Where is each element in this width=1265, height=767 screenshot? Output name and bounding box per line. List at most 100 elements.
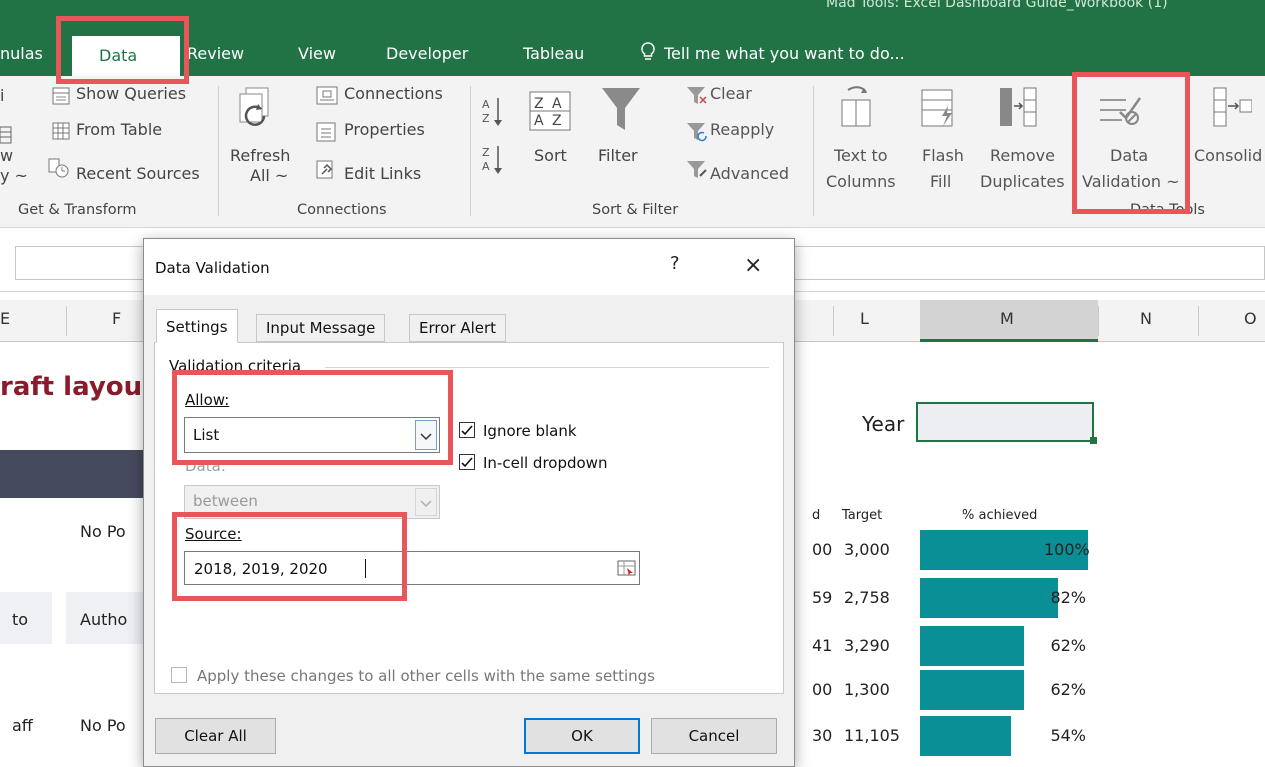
- tab-review[interactable]: Review: [187, 44, 244, 63]
- edit-links-button[interactable]: Edit Links: [344, 164, 421, 183]
- column-header-l[interactable]: L: [860, 309, 869, 328]
- svg-text:A: A: [482, 160, 490, 173]
- clear-all-button[interactable]: Clear All: [155, 718, 276, 754]
- recent-sources-button[interactable]: Recent Sources: [76, 164, 200, 183]
- svg-text:Z: Z: [552, 113, 562, 129]
- row-4-pct-label[interactable]: 62%: [1044, 680, 1086, 699]
- column-header-m-selected[interactable]: M: [920, 300, 1098, 342]
- sort-az-icon: AZ: [482, 98, 502, 126]
- apply-all-checkbox[interactable]: [171, 667, 187, 683]
- year-label: Year: [862, 412, 905, 436]
- flash-fill-button-line1[interactable]: Flash: [922, 146, 964, 165]
- tab-input-message[interactable]: Input Message: [256, 314, 386, 342]
- row-5-pct-label[interactable]: 54%: [1044, 726, 1086, 745]
- column-header-n[interactable]: N: [1140, 309, 1152, 328]
- cancel-button[interactable]: Cancel: [651, 718, 777, 754]
- column-header-e[interactable]: E: [0, 309, 10, 328]
- apply-all-label[interactable]: Apply these changes to all other cells w…: [197, 667, 655, 685]
- fill-handle[interactable]: [1090, 437, 1097, 444]
- svg-text:Z: Z: [534, 96, 544, 112]
- tab-developer[interactable]: Developer: [386, 44, 468, 63]
- ok-button[interactable]: OK: [524, 718, 640, 754]
- tab-error-alert[interactable]: Error Alert: [409, 314, 507, 342]
- checkmark-icon: [461, 457, 473, 468]
- column-header-o[interactable]: O: [1244, 309, 1257, 328]
- svg-text:Z: Z: [482, 112, 490, 125]
- row-2-col-k[interactable]: 59: [812, 588, 832, 607]
- cell-author[interactable]: Autho: [80, 610, 127, 629]
- row-3-col-k[interactable]: 41: [812, 636, 832, 655]
- tab-tableau[interactable]: Tableau: [523, 44, 584, 63]
- cell-no-policy-1[interactable]: No Po: [80, 522, 126, 541]
- range-select-icon[interactable]: [617, 558, 637, 578]
- show-queries-button[interactable]: Show Queries: [76, 84, 186, 103]
- advanced-button[interactable]: Advanced: [710, 164, 789, 183]
- year-selected-cell[interactable]: [916, 402, 1094, 442]
- ribbon-separator: [813, 86, 814, 216]
- from-table-icon: [52, 122, 70, 140]
- row-5-col-k[interactable]: 30: [812, 726, 832, 745]
- svg-text:A: A: [534, 113, 544, 129]
- file-title: Mad Tools: Excel Dashboard Guide_Workboo…: [826, 0, 1168, 11]
- column-divider: [1098, 306, 1099, 336]
- remove-duplicates-button-line1[interactable]: Remove: [990, 146, 1055, 165]
- row-1-target[interactable]: 3,000: [844, 540, 890, 559]
- column-divider: [66, 306, 67, 336]
- row-3-target[interactable]: 3,290: [844, 636, 890, 655]
- column-header-m: M: [1000, 309, 1014, 328]
- filter-button[interactable]: Filter: [598, 146, 638, 165]
- refresh-all-dropdown[interactable]: All ~: [250, 166, 288, 185]
- cancel-label: Cancel: [688, 727, 740, 745]
- cell-to[interactable]: to: [12, 610, 28, 629]
- get-data-partial-2[interactable]: w: [0, 146, 13, 165]
- row-1-col-k[interactable]: 00: [812, 540, 832, 559]
- tab-settings[interactable]: Settings: [156, 309, 238, 343]
- text-to-columns-button-line2[interactable]: Columns: [826, 172, 896, 191]
- connections-button[interactable]: Connections: [344, 84, 443, 103]
- consolidate-button[interactable]: Consolid: [1194, 146, 1262, 165]
- refresh-button[interactable]: Refresh: [230, 146, 290, 165]
- ignore-blank-label[interactable]: Ignore blank: [483, 422, 577, 440]
- svg-text:Z: Z: [482, 146, 490, 159]
- row-3-pct-label[interactable]: 62%: [1044, 636, 1086, 655]
- svg-text:A: A: [482, 98, 490, 111]
- row-4-col-k[interactable]: 00: [812, 680, 832, 699]
- group-connections: Connections: [297, 202, 387, 218]
- dialog-titlebar: Data Validation ? ×: [144, 239, 794, 295]
- row-5-target[interactable]: 11,105: [844, 726, 900, 745]
- clear-button[interactable]: Clear: [710, 84, 752, 103]
- remove-duplicates-button-line2[interactable]: Duplicates: [980, 172, 1065, 191]
- column-divider: [833, 306, 834, 336]
- in-cell-dropdown-label[interactable]: In-cell dropdown: [483, 454, 607, 472]
- sort-za-icon: ZA: [482, 146, 502, 174]
- tab-view[interactable]: View: [298, 44, 336, 63]
- refresh-all-icon: [239, 87, 269, 126]
- tab-formulas[interactable]: nulas: [0, 44, 43, 63]
- filter-icon: [602, 88, 640, 130]
- criteria-divider: [325, 367, 769, 368]
- row-2-pct-label[interactable]: 82%: [1044, 588, 1086, 607]
- text-to-columns-button-line1[interactable]: Text to: [834, 146, 888, 165]
- row-4-target[interactable]: 1,300: [844, 680, 890, 699]
- help-icon[interactable]: ?: [670, 253, 680, 274]
- chevron-down-icon: [415, 488, 437, 516]
- tell-me-search[interactable]: Tell me what you want to do...: [664, 44, 905, 63]
- get-data-partial-3[interactable]: y ~: [0, 166, 28, 185]
- reapply-button[interactable]: Reapply: [710, 120, 774, 139]
- in-cell-dropdown-checkbox[interactable]: [459, 454, 475, 470]
- row-2-target[interactable]: 2,758: [844, 588, 890, 607]
- navy-header-band: [0, 450, 150, 498]
- close-icon[interactable]: ×: [744, 253, 762, 278]
- cell-no-policy-2[interactable]: No Po: [80, 716, 126, 735]
- ignore-blank-checkbox[interactable]: [459, 422, 475, 438]
- flash-fill-button-line2[interactable]: Fill: [930, 172, 951, 191]
- from-table-button[interactable]: From Table: [76, 120, 162, 139]
- row-2-pct-bar: [920, 578, 1058, 618]
- get-data-partial[interactable]: i: [0, 86, 4, 105]
- row-1-pct-label[interactable]: 100%: [1044, 540, 1090, 559]
- properties-button[interactable]: Properties: [344, 120, 425, 139]
- cell-staff[interactable]: aff: [12, 716, 33, 735]
- column-header-f[interactable]: F: [112, 309, 121, 328]
- show-queries-icon: [52, 87, 70, 105]
- sort-button[interactable]: Sort: [534, 146, 567, 165]
